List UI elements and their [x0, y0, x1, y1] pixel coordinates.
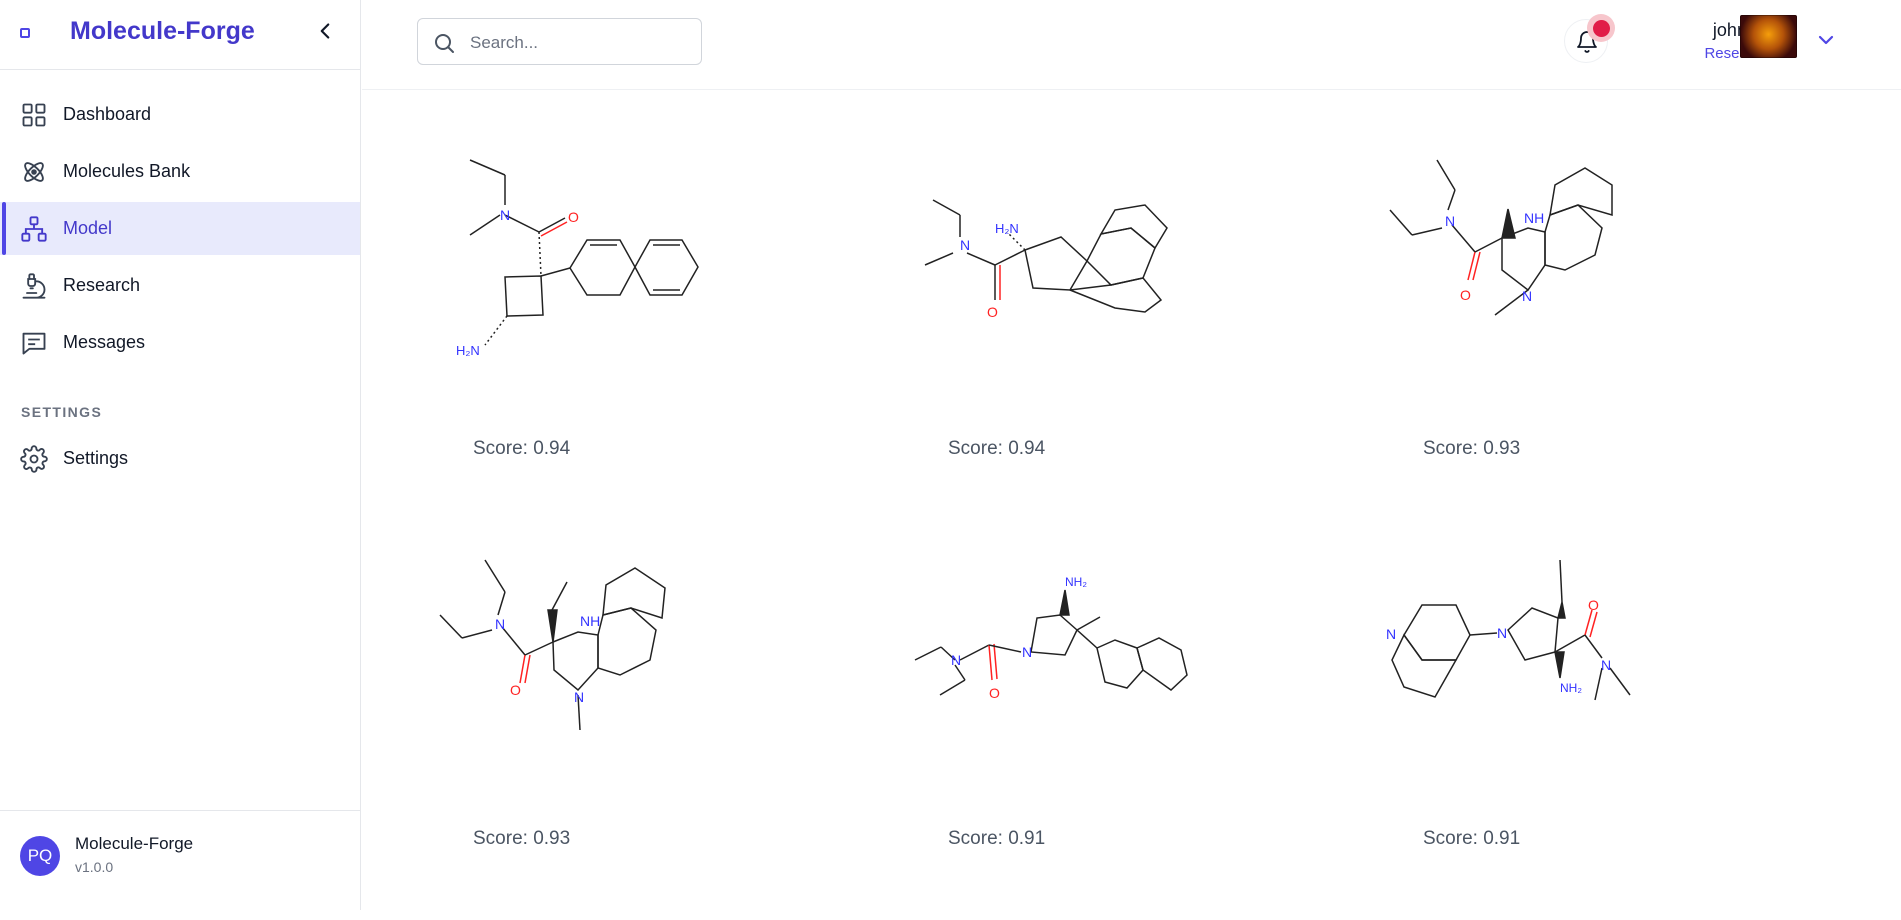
app-title: Molecule-Forge — [70, 17, 255, 45]
sidebar-item-label: Molecules Bank — [63, 161, 191, 181]
sidebar-item-label: Model — [63, 218, 113, 238]
molecule-structure-image: N O H₂N — [456, 159, 699, 358]
notification-badge — [1593, 20, 1610, 37]
sidebar-item-settings[interactable]: Settings — [0, 432, 360, 485]
svg-text:N: N — [1522, 288, 1532, 304]
sidebar: Molecule-Forge Dashboard Molecules Bank … — [0, 0, 361, 910]
top-header: john doe Researcher — [362, 0, 1901, 90]
score-label: Score: 0.94 — [948, 438, 1046, 459]
logo-icon — [20, 28, 30, 38]
sidebar-item-dashboard[interactable]: Dashboard — [0, 88, 360, 141]
microscope-icon — [22, 272, 46, 299]
svg-text:O: O — [987, 304, 998, 320]
search-input[interactable] — [468, 29, 692, 57]
svg-text:NH₂: NH₂ — [1065, 575, 1087, 589]
svg-text:NH₂: NH₂ — [1560, 681, 1582, 695]
notifications-button[interactable] — [1564, 14, 1615, 63]
svg-text:O: O — [510, 682, 521, 698]
molecule-structure-image: N O N NH₂ — [914, 575, 1188, 701]
molecule-card[interactable]: N O N NH₂ Score: 0.91 — [905, 530, 1325, 920]
sidebar-item-label: Settings — [63, 448, 129, 468]
avatar[interactable]: PQ — [20, 836, 60, 876]
svg-text:NH: NH — [580, 613, 600, 629]
score-label: Score: 0.91 — [948, 828, 1046, 849]
footer-version: v1.0.0 — [75, 859, 114, 875]
svg-text:N: N — [951, 652, 961, 668]
sidebar-item-research[interactable]: Research — [0, 259, 360, 312]
svg-text:N: N — [960, 237, 970, 253]
svg-text:N: N — [1386, 626, 1396, 642]
svg-text:N: N — [574, 689, 584, 705]
sidebar-item-molecules-bank[interactable]: Molecules Bank — [0, 145, 360, 198]
brand-bar: Molecule-Forge — [0, 0, 360, 70]
molecule-card[interactable]: N O H₂N Score: 0.94 — [905, 140, 1325, 530]
svg-text:N: N — [500, 207, 510, 223]
gear-icon — [20, 444, 48, 473]
svg-text:N: N — [1445, 213, 1455, 229]
user-avatar[interactable] — [1740, 15, 1797, 58]
grid-icon — [22, 103, 46, 126]
search-box — [417, 18, 702, 65]
atom-icon — [24, 161, 44, 182]
svg-text:H₂N: H₂N — [456, 343, 480, 358]
svg-text:O: O — [989, 685, 1000, 701]
molecule-card[interactable]: N O NH N Score: 0.93 — [1380, 140, 1800, 530]
svg-text:O: O — [1460, 287, 1471, 303]
chevron-down-icon[interactable] — [1814, 28, 1838, 52]
molecule-structure-image: N O NH N — [1389, 159, 1613, 316]
score-label: Score: 0.91 — [1423, 828, 1521, 849]
sidebar-nav: Dashboard Molecules Bank Model Research … — [0, 88, 360, 373]
molecule-structure-image: N N O N NH₂ — [1386, 559, 1631, 701]
svg-text:O: O — [568, 209, 579, 225]
svg-text:NH: NH — [1524, 210, 1544, 226]
chevron-left-icon[interactable] — [312, 18, 338, 44]
sidebar-footer: PQ Molecule-Forge v1.0.0 — [0, 810, 360, 910]
sidebar-item-model[interactable]: Model — [0, 202, 360, 255]
sidebar-item-messages[interactable]: Messages — [0, 316, 360, 369]
score-label: Score: 0.93 — [1423, 438, 1521, 459]
svg-text:N: N — [1497, 625, 1507, 641]
message-icon — [22, 332, 46, 354]
sidebar-item-label: Dashboard — [63, 104, 152, 124]
molecule-card[interactable]: N O NH N Score: 0.93 — [430, 530, 850, 920]
footer-app-name: Molecule-Forge — [75, 834, 194, 853]
svg-text:N: N — [495, 616, 505, 632]
svg-text:H₂N: H₂N — [995, 221, 1019, 236]
svg-text:N: N — [1022, 644, 1032, 660]
svg-text:N: N — [1601, 657, 1611, 673]
molecule-card[interactable]: N O H₂N Score: 0.94 — [430, 140, 850, 530]
score-label: Score: 0.94 — [473, 438, 571, 459]
svg-text:O: O — [1588, 597, 1599, 613]
network-icon — [21, 215, 47, 242]
sidebar-item-label: Research — [63, 275, 141, 295]
search-icon — [435, 34, 454, 53]
molecule-structure-image: N O NH N — [439, 559, 666, 731]
settings-section-label: SETTINGS — [21, 404, 103, 420]
molecule-structure-image: N O H₂N — [924, 199, 1168, 320]
sidebar-item-label: Messages — [63, 332, 146, 352]
molecule-card[interactable]: N N O N NH₂ Score: 0.91 — [1380, 530, 1800, 920]
score-label: Score: 0.93 — [473, 828, 571, 849]
